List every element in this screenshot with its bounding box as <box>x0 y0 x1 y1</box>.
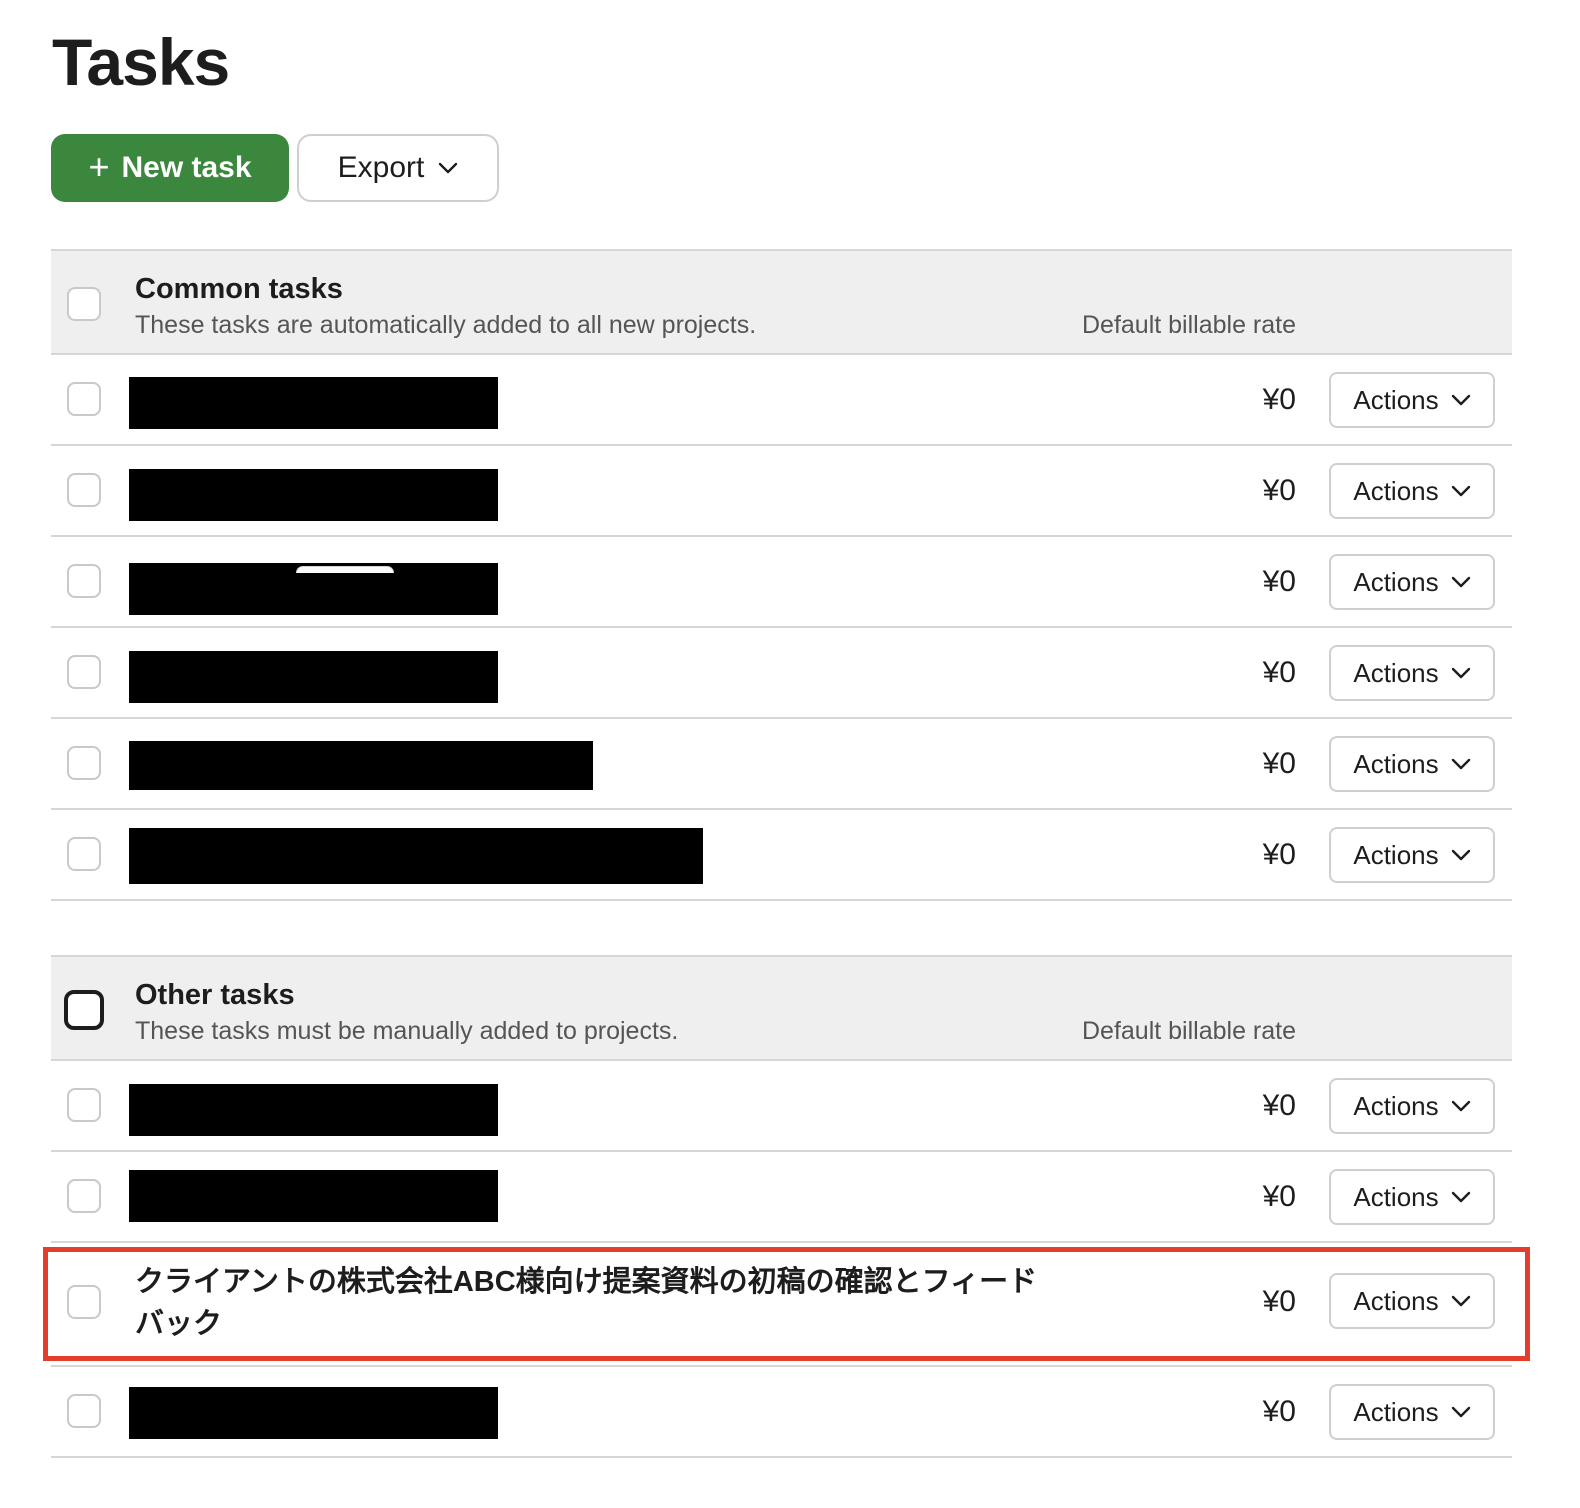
export-button[interactable]: Export <box>297 134 499 202</box>
chevron-down-icon <box>439 162 458 174</box>
table-row: ¥0 Actions <box>51 537 1512 628</box>
section-header: Other tasks These tasks must be manually… <box>51 955 1512 1061</box>
actions-button[interactable]: Actions <box>1329 463 1495 519</box>
rate-value: ¥0 <box>1262 383 1296 416</box>
actions-button[interactable]: Actions <box>1329 645 1495 701</box>
export-label: Export <box>337 151 425 184</box>
actions-button[interactable]: Actions <box>1329 372 1495 428</box>
table-row: ¥0 Actions <box>51 719 1512 810</box>
row-checkbox[interactable] <box>67 473 101 507</box>
chevron-down-icon <box>1451 1100 1470 1112</box>
row-checkbox[interactable] <box>67 655 101 689</box>
actions-label: Actions <box>1353 1181 1439 1212</box>
table-row: ¥0 Actions <box>51 1367 1512 1458</box>
chevron-down-icon <box>1451 394 1470 406</box>
select-all-common-checkbox[interactable] <box>67 287 101 321</box>
plus-icon: + <box>88 145 110 187</box>
chevron-down-icon <box>1451 1406 1470 1418</box>
rate-column-header: Default billable rate <box>1081 1017 1296 1045</box>
chevron-down-icon <box>1451 758 1470 770</box>
overlapping-tab-fragment <box>296 566 394 573</box>
table-row: ¥0 Actions <box>51 1061 1512 1152</box>
redacted-task-name <box>129 828 703 884</box>
section-description: These tasks must be manually added to pr… <box>135 1017 679 1045</box>
redacted-task-name <box>129 377 498 429</box>
actions-button[interactable]: Actions <box>1329 827 1495 883</box>
actions-label: Actions <box>1353 839 1439 870</box>
actions-label: Actions <box>1353 566 1439 597</box>
common-tasks-section: Common tasks These tasks are automatical… <box>51 249 1512 901</box>
actions-button[interactable]: Actions <box>1329 1169 1495 1225</box>
actions-button[interactable]: Actions <box>1329 736 1495 792</box>
rate-value: ¥0 <box>1262 1180 1296 1213</box>
row-checkbox[interactable] <box>67 382 101 416</box>
section-header: Common tasks These tasks are automatical… <box>51 249 1512 355</box>
task-name: クライアントの株式会社ABC様向け提案資料の初稿の確認とフィードバック <box>135 1266 1038 1340</box>
row-checkbox[interactable] <box>67 1394 101 1428</box>
other-tasks-section: Other tasks These tasks must be manually… <box>51 955 1512 1458</box>
rate-value: ¥0 <box>1262 1089 1296 1122</box>
actions-button[interactable]: Actions <box>1329 1078 1495 1134</box>
section-title: Common tasks <box>135 273 343 305</box>
new-task-button[interactable]: + New task <box>51 134 289 202</box>
actions-label: Actions <box>1353 1285 1439 1316</box>
actions-button[interactable]: Actions <box>1329 1384 1495 1440</box>
actions-label: Actions <box>1353 384 1439 415</box>
row-checkbox[interactable] <box>67 1088 101 1122</box>
row-checkbox[interactable] <box>67 1179 101 1213</box>
actions-label: Actions <box>1353 1396 1439 1427</box>
redacted-task-name <box>129 651 498 703</box>
chevron-down-icon <box>1451 1191 1470 1203</box>
tasks-page: Tasks + New task Export Common tasks The… <box>0 0 1580 1508</box>
table-row-highlighted: クライアントの株式会社ABC様向け提案資料の初稿の確認とフィードバック ¥0 A… <box>51 1243 1512 1367</box>
row-checkbox[interactable] <box>67 837 101 871</box>
row-checkbox[interactable] <box>67 564 101 598</box>
actions-button[interactable]: Actions <box>1329 1273 1495 1329</box>
rate-column-header: Default billable rate <box>1081 311 1296 339</box>
new-task-label: New task <box>121 151 252 184</box>
rate-value: ¥0 <box>1262 838 1296 871</box>
actions-button[interactable]: Actions <box>1329 554 1495 610</box>
chevron-down-icon <box>1451 667 1470 679</box>
table-row: ¥0 Actions <box>51 355 1512 446</box>
actions-label: Actions <box>1353 748 1439 779</box>
table-row: ¥0 Actions <box>51 446 1512 537</box>
actions-label: Actions <box>1353 657 1439 688</box>
redacted-task-name <box>129 1387 498 1439</box>
redacted-task-name <box>129 1084 498 1136</box>
rate-value: ¥0 <box>1262 656 1296 689</box>
chevron-down-icon <box>1451 485 1470 497</box>
actions-label: Actions <box>1353 475 1439 506</box>
page-title: Tasks <box>52 25 230 99</box>
rate-value: ¥0 <box>1262 565 1296 598</box>
section-description: These tasks are automatically added to a… <box>135 311 757 339</box>
section-title: Other tasks <box>135 979 295 1011</box>
rate-value: ¥0 <box>1262 747 1296 780</box>
row-checkbox[interactable] <box>67 746 101 780</box>
rate-value: ¥0 <box>1262 1395 1296 1428</box>
table-row: ¥0 Actions <box>51 1152 1512 1243</box>
row-checkbox[interactable] <box>67 1285 101 1319</box>
chevron-down-icon <box>1451 849 1470 861</box>
table-row: ¥0 Actions <box>51 810 1512 901</box>
select-all-other-checkbox[interactable] <box>64 990 104 1030</box>
rate-value: ¥0 <box>1262 1285 1296 1318</box>
redacted-task-name <box>129 469 498 521</box>
redacted-task-name <box>129 1170 498 1222</box>
redacted-task-name <box>129 741 593 790</box>
table-row: ¥0 Actions <box>51 628 1512 719</box>
actions-label: Actions <box>1353 1090 1439 1121</box>
rate-value: ¥0 <box>1262 474 1296 507</box>
chevron-down-icon <box>1451 576 1470 588</box>
chevron-down-icon <box>1451 1295 1470 1307</box>
